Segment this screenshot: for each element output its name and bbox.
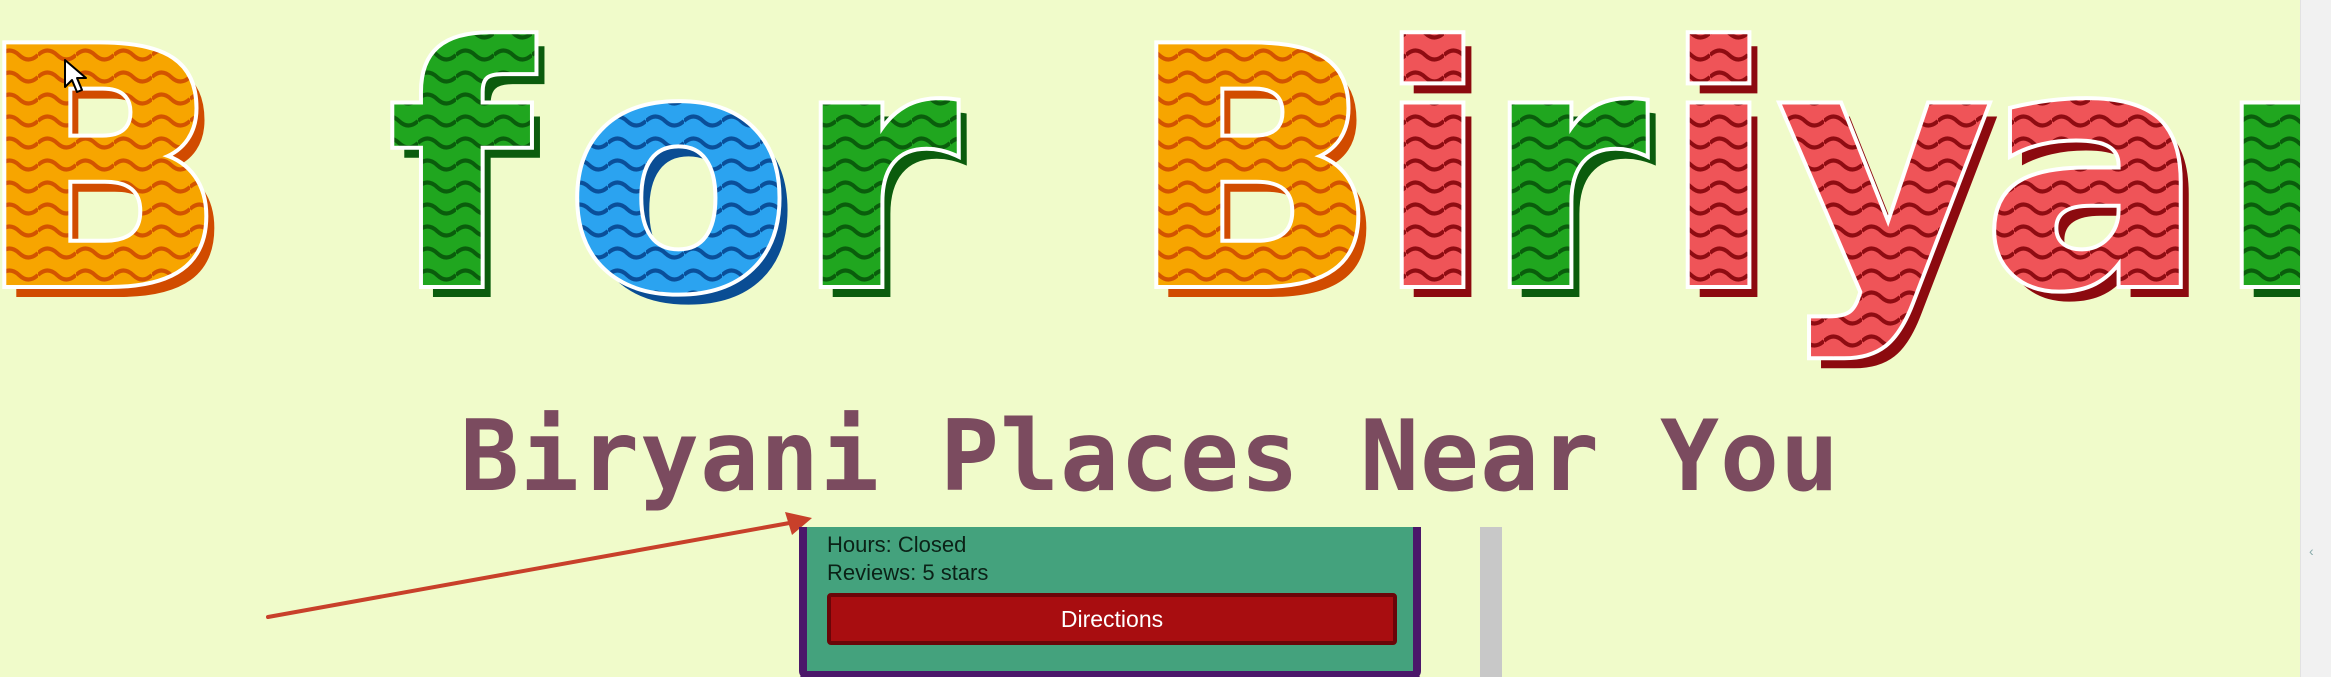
banner-logo-art: B B f f o o r r B B i i r r i i y y a a <box>0 0 2300 370</box>
banner-letter-b2: B B <box>1124 0 1390 370</box>
svg-text:o: o <box>565 0 792 366</box>
restaurant-list[interactable]: Hours: Closed Reviews: 5 stars Direction… <box>795 527 1505 677</box>
banner-letter-b1: B B <box>0 0 238 370</box>
banner-letter-a: a a <box>1978 0 2215 370</box>
svg-text:y: y <box>1778 0 1993 363</box>
page-scrollbar[interactable]: ‹ <box>2300 0 2331 677</box>
svg-text:r: r <box>795 0 960 363</box>
list-scrollbar[interactable] <box>1480 527 1502 677</box>
b-for-biryani-banner: B B f f o o r r B B i i r r i i y y a a <box>0 0 2300 370</box>
banner-letter-o: o o <box>561 0 802 370</box>
banner-letter-f: f f <box>384 0 548 370</box>
svg-text:B: B <box>0 0 228 363</box>
red-arrow-icon <box>266 512 812 619</box>
svg-text:n: n <box>2216 0 2300 363</box>
svg-text:a: a <box>1982 0 2205 363</box>
restaurant-card: Hours: Closed Reviews: 5 stars Direction… <box>799 527 1421 677</box>
svg-text:i: i <box>1376 0 1489 363</box>
banner-letter-n: n n <box>2212 0 2300 370</box>
banner-letter-i2: i i <box>1658 0 1785 370</box>
scroll-marker-icon: ‹ <box>2309 543 2314 559</box>
biryani-page: B B f f o o r r B B i i r r i i y y a a … <box>0 0 2331 677</box>
banner-letter-y: y y <box>1774 0 2003 370</box>
banner-letter-i1: i i <box>1372 0 1499 370</box>
svg-text:i: i <box>1662 0 1775 363</box>
svg-text:B: B <box>1128 0 1380 363</box>
next-restaurant-card <box>799 673 1421 677</box>
page-title: Biryani Places Near You <box>459 400 1841 514</box>
arrow-cursor-icon <box>64 59 87 93</box>
banner-letter-r1: r r <box>791 0 970 370</box>
restaurant-reviews: Reviews: 5 stars <box>827 560 989 585</box>
restaurant-hours: Hours: Closed <box>827 532 967 557</box>
directions-button[interactable]: Directions <box>827 593 1397 645</box>
svg-text:f: f <box>388 0 538 363</box>
svg-text:r: r <box>1484 0 1649 363</box>
banner-letter-r2: r r <box>1480 0 1659 370</box>
